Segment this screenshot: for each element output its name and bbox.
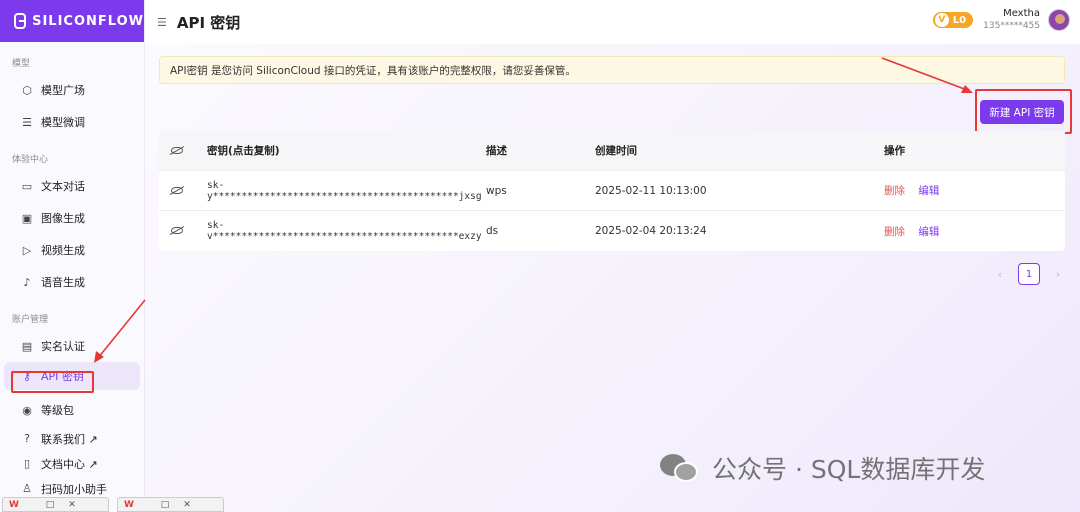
sidebar-item-audio-gen[interactable]: ♪ 语音生成 — [0, 266, 144, 298]
edit-link[interactable]: 编辑 — [918, 226, 939, 238]
page-title: API 密钥 — [176, 13, 241, 32]
sidebar-item-label: 语音生成 — [41, 276, 85, 289]
annotation-box-sidebar — [11, 371, 94, 393]
prev-page-icon[interactable]: ‹ — [990, 268, 1010, 281]
user-info[interactable]: Mextha 135*****455 — [983, 8, 1040, 32]
level-label: L0 — [952, 14, 967, 26]
col-created: 创建时间 — [595, 145, 637, 157]
sidebar-item-level[interactable]: ◉ 等级包 — [0, 394, 144, 426]
close-icon[interactable]: ✕ — [176, 500, 198, 510]
sidebar-item-model-square[interactable]: ⬡ 模型广场 — [0, 74, 144, 106]
nav-group-label: 账户管理 — [12, 315, 49, 325]
avatar[interactable] — [1048, 9, 1070, 31]
col-key: 密钥(点击复制) — [207, 145, 280, 157]
sidebar-item-label: 视频生成 — [41, 244, 85, 257]
toggle-visibility[interactable] — [159, 225, 195, 237]
new-api-key-button[interactable]: 新建 API 密钥 — [980, 100, 1064, 124]
sidebar-item-contact[interactable]: ? 联系我们 ↗ — [0, 426, 144, 451]
level-badge[interactable]: V L0 — [932, 12, 974, 28]
level-icon: ◉ — [22, 403, 32, 417]
row-actions: 删除 编辑 — [884, 224, 1065, 239]
sidebar-item-label: 图像生成 — [41, 212, 85, 225]
minimize-icon[interactable]: □ — [39, 500, 61, 510]
sidebar-item-label: 等级包 — [41, 404, 74, 417]
sidebar-item-label: 扫码加小助手 — [41, 482, 107, 496]
col-desc: 描述 — [486, 145, 507, 157]
eye-off-icon — [171, 146, 183, 154]
wechat-icon — [660, 452, 700, 484]
edit-link[interactable]: 编辑 — [918, 185, 939, 197]
api-key-value[interactable]: sk-v************************************… — [195, 220, 486, 242]
toggle-visibility-all[interactable] — [159, 145, 195, 157]
wps-icon: W — [124, 499, 134, 510]
delete-link[interactable]: 删除 — [884, 185, 905, 197]
main-content: API密钥 是您访问 SiliconCloud 接口的凭证，具有该账户的完整权限… — [145, 44, 1080, 512]
minimized-window[interactable]: W □ ✕ — [2, 497, 109, 512]
notice-banner: API密钥 是您访问 SiliconCloud 接口的凭证，具有该账户的完整权限… — [159, 56, 1065, 84]
api-key-table: 密钥(点击复制) 描述 创建时间 操作 sk-y****************… — [159, 131, 1065, 251]
row-actions: 删除 编辑 — [884, 183, 1065, 198]
sidebar-item-text-chat[interactable]: ▭ 文本对话 — [0, 170, 144, 202]
doc-icon: ▯ — [23, 457, 31, 470]
user-phone: 135*****455 — [983, 21, 1040, 31]
image-icon: ▣ — [21, 211, 33, 225]
header-user-area: V L0 Mextha 135*****455 — [932, 8, 1070, 32]
pagination: ‹ 1 › — [990, 263, 1068, 285]
sidebar-item-label: 联系我们 ↗ — [41, 432, 98, 446]
sidebar-item-video-gen[interactable]: ▷ 视频生成 — [0, 234, 144, 266]
header: ☰ API 密钥 V L0 Mextha 135*****455 — [145, 0, 1080, 44]
watermark: 公众号 · SQL数据库开发 — [660, 450, 985, 486]
watermark-text: 公众号 · SQL数据库开发 — [712, 455, 986, 484]
video-icon: ▷ — [22, 243, 32, 257]
key-description: wps — [486, 184, 507, 197]
logo-icon — [14, 13, 27, 29]
chat-icon: ▭ — [21, 179, 33, 193]
sidebar: SILICONFLOW 模型 ⬡ 模型广场 ☰ 模型微调 体验中心 ▭ 文本对话 ▣ 图… — [0, 0, 145, 512]
help-icon: ? — [24, 432, 30, 445]
table-header: 密钥(点击复制) 描述 创建时间 操作 — [159, 131, 1065, 171]
cube-icon: ⬡ — [22, 83, 32, 97]
page-number[interactable]: 1 — [1018, 263, 1040, 285]
sliders-icon: ☰ — [22, 115, 32, 129]
table-row: sk-v************************************… — [159, 211, 1065, 251]
table-row: sk-y************************************… — [159, 171, 1065, 211]
vip-icon: V — [934, 13, 949, 27]
minimized-window[interactable]: W □ ✕ — [117, 497, 224, 512]
eye-off-icon — [171, 227, 183, 234]
sidebar-item-verification[interactable]: ▤ 实名认证 — [0, 330, 144, 362]
next-page-icon[interactable]: › — [1048, 268, 1068, 281]
delete-link[interactable]: 删除 — [884, 226, 905, 238]
logo-text: SILICONFLOW — [32, 13, 144, 29]
toggle-visibility[interactable] — [159, 185, 195, 197]
key-description: ds — [486, 225, 499, 237]
sidebar-item-label: 实名认证 — [41, 340, 85, 353]
nav-group-label: 体验中心 — [12, 155, 49, 165]
close-icon[interactable]: ✕ — [61, 500, 83, 510]
nav-group-label: 模型 — [12, 59, 31, 69]
minimize-icon[interactable]: □ — [154, 500, 176, 510]
sidebar-item-fine-tune[interactable]: ☰ 模型微调 — [0, 106, 144, 138]
collapse-menu-icon[interactable]: ☰ — [157, 16, 167, 29]
logo[interactable]: SILICONFLOW — [0, 0, 144, 42]
key-created-time: 2025-02-11 10:13:00 — [595, 184, 707, 197]
user-name: Mextha — [1003, 8, 1040, 19]
id-card-icon: ▤ — [21, 339, 33, 353]
sidebar-item-label: 模型微调 — [41, 116, 85, 129]
sidebar-item-docs[interactable]: ▯ 文档中心 ↗ — [0, 451, 144, 476]
key-created-time: 2025-02-04 20:13:24 — [595, 225, 707, 237]
sidebar-item-label: 模型广场 — [41, 84, 85, 97]
sidebar-item-label: 文本对话 — [41, 180, 85, 193]
wps-icon: W — [9, 499, 19, 510]
eye-off-icon — [171, 186, 183, 194]
api-key-value[interactable]: sk-y************************************… — [195, 180, 486, 202]
user-icon: ♙ — [22, 482, 32, 495]
sidebar-item-image-gen[interactable]: ▣ 图像生成 — [0, 202, 144, 234]
sidebar-item-label: 文档中心 ↗ — [41, 457, 98, 471]
audio-icon: ♪ — [23, 275, 31, 289]
col-actions: 操作 — [884, 145, 905, 157]
